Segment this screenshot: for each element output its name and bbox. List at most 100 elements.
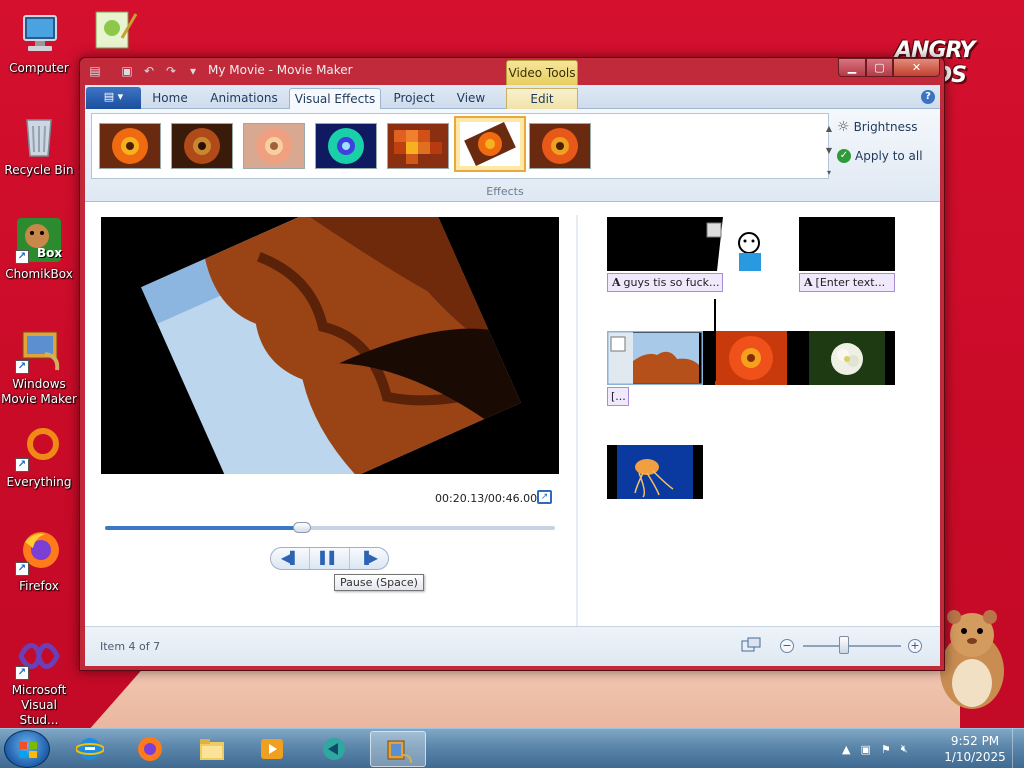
undo-icon[interactable]: ↶ [140, 62, 158, 80]
pane-splitter[interactable] [576, 215, 578, 630]
storyboard-clip[interactable] [703, 331, 799, 385]
movie-maker-icon [387, 740, 412, 763]
timecode: 00:20.13/00:46.00 [435, 492, 538, 505]
file-explorer-icon [200, 739, 224, 760]
caption-block[interactable]: A [Enter text... [799, 273, 895, 292]
taskbar-file-explorer[interactable] [184, 731, 240, 767]
storyboard-clip[interactable] [799, 331, 895, 385]
taskbar-firefox[interactable] [122, 731, 178, 767]
zoom-slider-track[interactable] [803, 645, 901, 647]
minimize-button[interactable]: ▁ [838, 58, 866, 77]
desktop-icon-everything[interactable]: ↗ Everything [0, 424, 78, 490]
apply-to-all-button[interactable]: ✓ Apply to all [837, 149, 923, 163]
previous-frame-button[interactable]: ◀▌ [271, 548, 311, 569]
customize-qat-icon[interactable]: ▾ [184, 62, 202, 80]
notepad-desktop-icon[interactable] [92, 8, 140, 56]
sun-icon: ☼ [837, 119, 850, 135]
item-count-text: Item 4 of 7 [100, 640, 161, 653]
storyboard-clip[interactable] [799, 217, 895, 271]
chomikbox-badge: Box [37, 246, 63, 260]
clock-date: 1/10/2025 [944, 750, 1006, 764]
brightness-button[interactable]: ☼ Brightness [837, 119, 917, 135]
brightness-label: Brightness [853, 120, 918, 134]
show-hidden-icons-icon[interactable]: ▲ [842, 743, 850, 756]
tab-home[interactable]: Home [147, 88, 193, 110]
storyboard-clip[interactable] [607, 331, 703, 385]
caption-glyph: A [804, 276, 813, 289]
desktop-icon-visual-studio[interactable]: ↗ Microsoft Visual Stud... [0, 632, 78, 728]
desktop-icon-recycle-bin[interactable]: Recycle Bin [0, 112, 78, 178]
effect-thumbnail[interactable] [99, 123, 161, 169]
taskbar-movie-maker[interactable] [370, 731, 426, 767]
clock[interactable]: 9:52 PM 1/10/2025 [940, 733, 1010, 765]
effect-thumbnail[interactable] [387, 123, 449, 169]
help-icon[interactable]: ? [921, 90, 935, 104]
desktop-icon-chomikbox[interactable]: Box ↗ ChomikBox [0, 216, 78, 282]
scroll-up-icon[interactable]: ▲ [822, 118, 836, 140]
caption-block[interactable]: [... [607, 387, 629, 406]
volume-muted-icon[interactable]: 🔇︎ [901, 742, 908, 756]
shortcut-arrow-icon: ↗ [15, 250, 29, 264]
taskbar-internet-explorer[interactable] [62, 731, 118, 767]
effect-thumbnail[interactable] [243, 123, 305, 169]
shortcut-arrow-icon: ↗ [15, 360, 29, 374]
close-button[interactable]: ✕ [893, 58, 940, 77]
chomikbox-icon: Box ↗ [15, 216, 63, 264]
maximize-button[interactable]: ▢ [866, 58, 893, 77]
clock-time: 9:52 PM [950, 734, 1000, 748]
storyboard-clip[interactable] [703, 217, 799, 271]
fullscreen-icon[interactable]: ↗ [537, 490, 552, 504]
desktop-icon-label: Windows Movie Maker [1, 377, 77, 406]
video-preview[interactable] [101, 217, 559, 474]
title-bar[interactable]: ▤ ▣ ↶ ↷ ▾ My Movie - Movie Maker Video T… [80, 58, 944, 85]
next-frame-button[interactable]: ▐▶ [350, 548, 388, 569]
status-bar: Item 4 of 7 − + [85, 626, 940, 666]
taskbar-media-player[interactable] [244, 731, 300, 767]
app-icon [323, 738, 345, 760]
zoom-in-button[interactable]: + [908, 639, 922, 653]
action-center-flag-icon[interactable]: ⚑ [881, 743, 891, 756]
show-desktop-button[interactable] [1012, 729, 1024, 768]
storyboard-clip[interactable] [607, 445, 703, 499]
effect-thumbnail[interactable] [315, 123, 377, 169]
caption-block[interactable]: Aguys tis so fuck... [607, 273, 723, 292]
thumbnail-size-icon[interactable] [741, 637, 761, 653]
storyboard-clip[interactable] [607, 217, 703, 271]
scroll-down-icon[interactable]: ▼ [822, 140, 836, 162]
gallery-more-icon[interactable]: ▾ [822, 162, 836, 184]
everything-icon: ↗ [15, 424, 63, 472]
zoom-out-button[interactable]: − [780, 639, 794, 653]
tab-view[interactable]: View [451, 88, 491, 110]
tab-visual-effects[interactable]: Visual Effects [289, 88, 381, 110]
tab-animations[interactable]: Animations [205, 88, 283, 110]
zoom-slider-thumb[interactable] [839, 636, 849, 654]
seek-bar[interactable] [105, 522, 555, 533]
tab-project[interactable]: Project [391, 88, 437, 110]
pause-button[interactable]: ▌▌ [310, 548, 350, 569]
tab-edit[interactable]: Edit [506, 88, 578, 110]
caption-text: guys tis so fuck... [623, 276, 720, 289]
effect-thumbnail-selected[interactable] [454, 116, 526, 172]
network-icon[interactable]: ▣ [860, 743, 870, 756]
desktop-icon-label: Everything [6, 475, 72, 489]
seek-bar-thumb[interactable] [292, 522, 311, 533]
caption-glyph: A [612, 276, 621, 289]
effect-thumbnail[interactable] [171, 123, 233, 169]
desktop-icon-label: Microsoft Visual Stud... [11, 683, 67, 727]
gallery-scrollbar[interactable]: ▲ ▼ ▾ [822, 118, 836, 184]
playhead[interactable] [714, 299, 716, 381]
taskbar-app[interactable] [306, 731, 362, 767]
file-menu-button[interactable]: ▤ ▾ [86, 87, 141, 109]
desktop-icon-label: Firefox [19, 579, 59, 593]
redo-icon[interactable]: ↷ [162, 62, 180, 80]
desktop-icon-firefox[interactable]: ↗ Firefox [0, 528, 78, 594]
visual-studio-icon: ↗ [15, 632, 63, 680]
desktop-icon-computer[interactable]: Computer [0, 10, 78, 76]
movie-maker-icon: ↗ [15, 326, 63, 374]
app-menu-icon[interactable]: ▤ [86, 62, 104, 80]
effect-thumbnail[interactable] [529, 123, 591, 169]
save-icon[interactable]: ▣ [118, 62, 136, 80]
desktop-icon-movie-maker[interactable]: ↗ Windows Movie Maker [0, 326, 78, 407]
start-button[interactable] [4, 730, 50, 768]
taskbar: ▲ ▣ ⚑ 🔇︎ 9:52 PM 1/10/2025 [0, 728, 1024, 768]
